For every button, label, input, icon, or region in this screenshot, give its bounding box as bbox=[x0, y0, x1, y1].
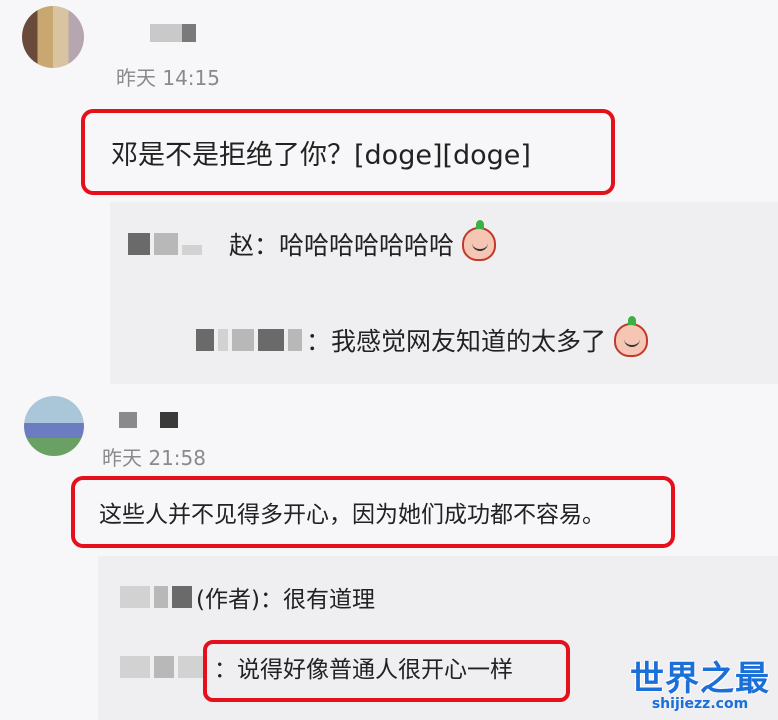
reply-author-blurred bbox=[288, 329, 302, 351]
reply-author-blurred bbox=[178, 656, 206, 678]
reply-author-blurred bbox=[172, 586, 192, 608]
reply-author-suffix: (作者) bbox=[196, 587, 260, 613]
reply-item[interactable]: ﾠ赵 ：哈哈哈哈哈哈哈 bbox=[128, 220, 497, 262]
username-blurred bbox=[160, 412, 178, 428]
reply-author-blurred bbox=[182, 245, 202, 255]
reply-item[interactable]: ：我感觉网友知道的太多了 bbox=[196, 316, 649, 358]
reply-item[interactable]: (作者) ：很有道理 bbox=[120, 580, 375, 614]
peach-laugh-emoji-icon bbox=[462, 220, 497, 261]
reply-author-blurred bbox=[232, 329, 254, 351]
watermark-logo: 世界之最 shijiezz.com bbox=[630, 651, 770, 712]
comment-text: 邓是不是拒绝了你？[doge][doge] bbox=[81, 109, 615, 195]
reply-author-blurred bbox=[218, 329, 228, 351]
reply-author-blurred bbox=[154, 656, 174, 678]
comment-timestamp: 昨天 21:58 bbox=[102, 446, 206, 470]
username-blurred bbox=[182, 24, 196, 42]
reply-author-blurred bbox=[120, 656, 150, 678]
reply-author-blurred bbox=[120, 586, 150, 608]
watermark-title: 世界之最 bbox=[630, 659, 770, 699]
avatar[interactable] bbox=[24, 396, 84, 456]
reply-author-blurred bbox=[196, 329, 214, 351]
username-blurred[interactable] bbox=[119, 412, 137, 428]
reply-author-blurred bbox=[258, 329, 284, 351]
reply-author-suffix: ﾠ赵 bbox=[206, 231, 255, 260]
reply-author-blurred bbox=[128, 233, 150, 255]
peach-laugh-emoji-icon bbox=[614, 316, 649, 357]
comment-timestamp: 昨天 14:15 bbox=[116, 66, 220, 90]
reply-author-blurred bbox=[154, 233, 178, 255]
reply-text: ：很有道理 bbox=[259, 587, 375, 613]
comment-text-content: 邓是不是拒绝了你？[doge][doge] bbox=[111, 139, 531, 171]
avatar[interactable] bbox=[22, 6, 84, 68]
reply-author-blurred bbox=[154, 586, 168, 608]
reply-text: ：我感觉网友知道的太多了 bbox=[306, 327, 607, 356]
highlight-box bbox=[203, 640, 570, 702]
comment-text: 这些人并不见得多开心，因为她们成功都不容易。 bbox=[71, 476, 675, 548]
reply-text: ：哈哈哈哈哈哈哈 bbox=[254, 231, 455, 260]
comment-text-content: 这些人并不见得多开心，因为她们成功都不容易。 bbox=[99, 502, 605, 528]
